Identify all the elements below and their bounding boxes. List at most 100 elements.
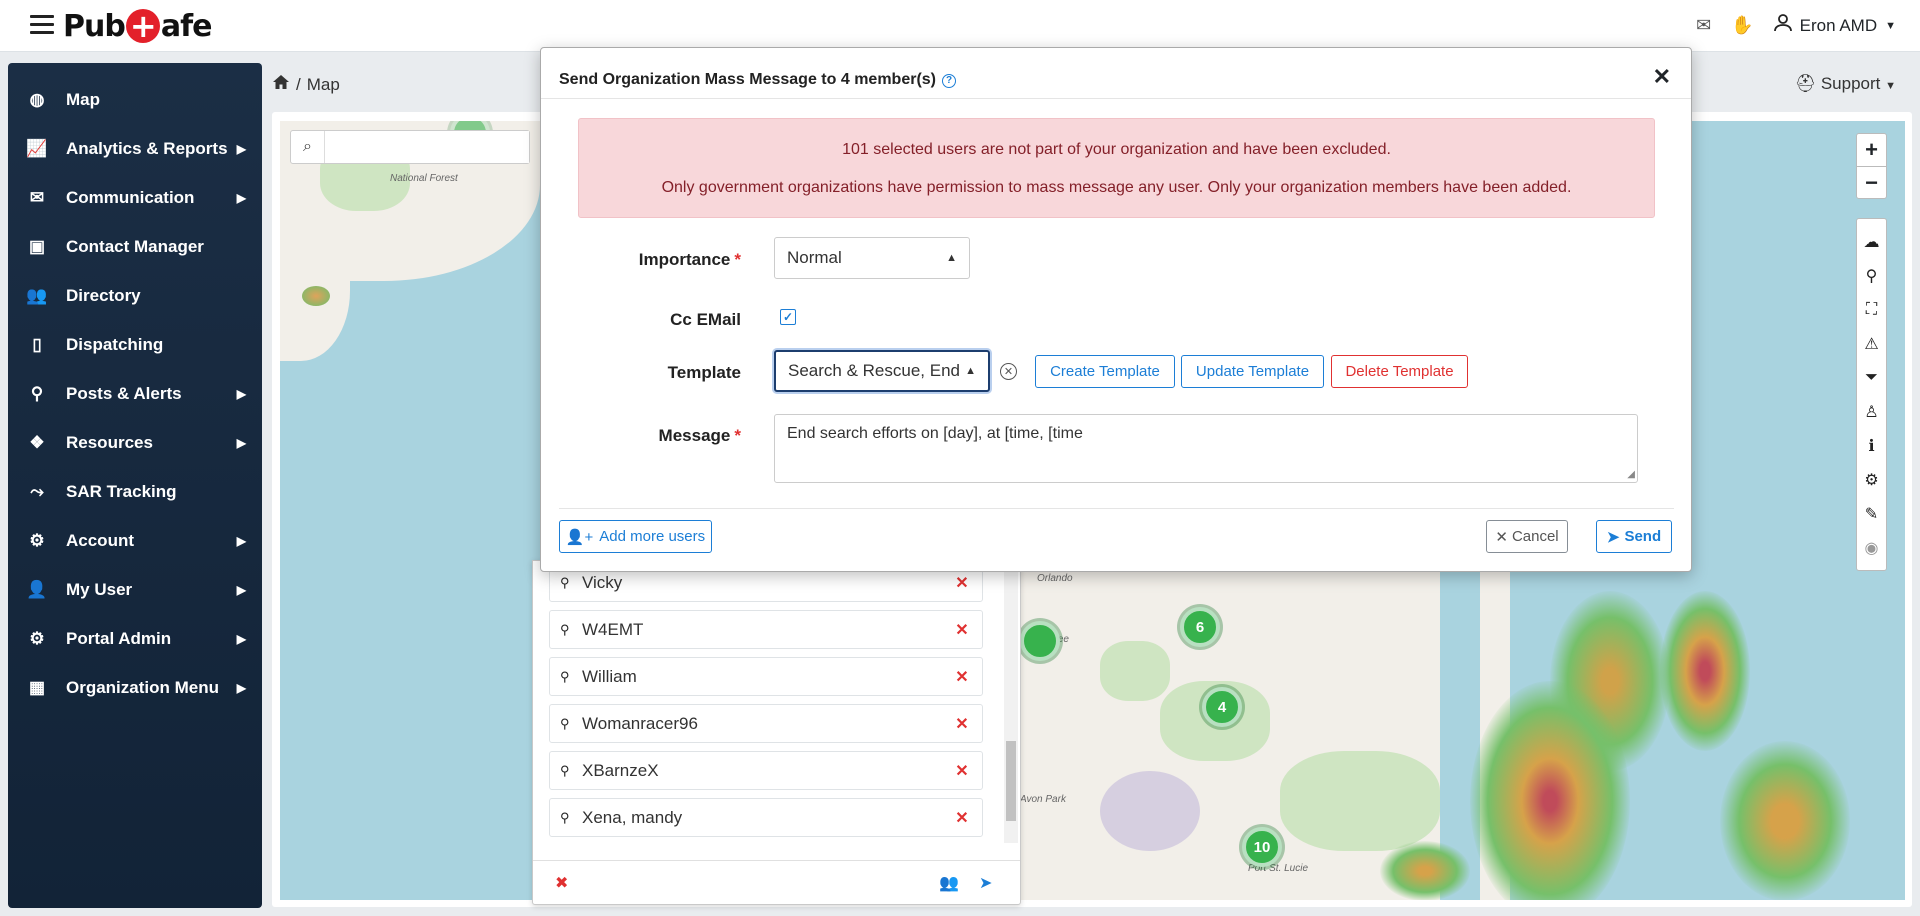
add-more-users-label: Add more users [599, 528, 706, 545]
info-icon[interactable]: ℹ [1857, 429, 1886, 463]
importance-select[interactable]: Normal ▲ [774, 237, 970, 279]
paper-plane-icon[interactable]: ➤ [979, 873, 992, 893]
remove-member-icon[interactable]: ✕ [942, 714, 982, 734]
add-more-users-button[interactable]: 👤+ Add more users [559, 520, 712, 553]
alert-line-1: 101 selected users are not part of your … [842, 141, 1391, 158]
user-menu[interactable]: Eron AMD ▼ [1773, 14, 1896, 37]
caret-up-icon: ▲ [965, 365, 976, 377]
sidebar-item-resources[interactable]: ❖ Resources ▶ [8, 418, 262, 467]
resize-handle-icon[interactable]: ◢ [1627, 469, 1635, 480]
city-label-orlando: Orlando [1037, 573, 1073, 584]
phone-icon: ▯ [32, 334, 42, 354]
caret-right-icon: ▶ [236, 435, 246, 450]
globe-icon: ◍ [29, 89, 45, 109]
map-toolbar: ☁ ⚲ ⛶ ⚠ ⏷ ♙ ℹ ⚙ ✎ ◉ [1856, 218, 1887, 571]
close-icon[interactable]: ✕ [1653, 64, 1671, 90]
sidebar-item-posts-alerts[interactable]: ⚲ Posts & Alerts ▶ [8, 369, 262, 418]
sidebar: ◍ Map 📈 Analytics & Reports ▶ ✉ Communication ▶… [8, 63, 262, 908]
template-select[interactable]: Search & Rescue, End ▲ [774, 350, 990, 392]
create-template-button[interactable]: Create Template [1035, 355, 1175, 388]
message-textarea[interactable]: End search efforts on [day], at [time, [… [774, 414, 1638, 483]
forest-label: National Forest [390, 173, 458, 184]
caret-down-icon: ▼ [1885, 80, 1896, 92]
hamburger-menu-icon[interactable] [30, 15, 54, 35]
sidebar-item-directory[interactable]: 👥 Directory [8, 271, 262, 320]
cancel-label: Cancel [1511, 528, 1559, 545]
mass-message-modal: Send Organization Mass Message to 4 memb… [540, 47, 1692, 572]
sidebar-item-account[interactable]: ⚙ Account ▶ [8, 516, 262, 565]
breadcrumb: / Map [272, 74, 340, 95]
sidebar-item-label: Dispatching [66, 334, 164, 354]
map-marked-icon[interactable]: ⚲ [1857, 259, 1886, 293]
radar-cell [1380, 841, 1470, 900]
sidebar-item-my-user[interactable]: 👤 My User ▶ [8, 565, 262, 614]
sidebar-item-map[interactable]: ◍ Map [8, 75, 262, 124]
logo-text-right: afe [160, 8, 213, 44]
help-icon[interactable]: ? [942, 73, 956, 88]
draw-polygon-icon[interactable]: ⛶ [1857, 293, 1886, 327]
sidebar-item-label: Portal Admin [66, 628, 172, 648]
scrollbar-thumb[interactable] [1006, 741, 1016, 821]
filter-icon[interactable]: ⏷ [1857, 361, 1886, 395]
exclusion-alert: 101 selected users are not part of your … [578, 118, 1655, 218]
person-pin-icon[interactable]: ♙ [1857, 395, 1886, 429]
delete-template-button[interactable]: Delete Template [1331, 355, 1468, 388]
support-menu[interactable]: ⛑ Support ▼ [1795, 74, 1897, 94]
importance-label-text: Importance [638, 250, 731, 269]
search-icon[interactable]: ⌕ [291, 131, 325, 163]
caret-right-icon: ▶ [236, 386, 246, 401]
cloud-icon[interactable]: ☁ [1857, 225, 1886, 259]
remove-member-icon[interactable]: ✕ [942, 761, 982, 781]
breadcrumb-separator: / [296, 74, 301, 94]
medkit-icon: ⛑ [1794, 74, 1817, 93]
remove-member-icon[interactable]: ✕ [942, 667, 982, 687]
remove-users-icon[interactable]: ✖ [555, 873, 568, 893]
user-plus-icon: 👤+ [565, 528, 594, 546]
logo-text-left: Pub [63, 8, 126, 44]
sidebar-item-sar-tracking[interactable]: ⤳ SAR Tracking [8, 467, 262, 516]
camera-icon[interactable]: ◉ [1857, 531, 1886, 565]
required-marker: * [734, 250, 741, 269]
update-template-button[interactable]: Update Template [1181, 355, 1324, 388]
sidebar-item-contact-manager[interactable]: ▣ Contact Manager [8, 222, 262, 271]
send-button[interactable]: ➤ Send [1596, 520, 1672, 553]
home-icon[interactable] [272, 74, 290, 95]
broom-icon[interactable]: ✎ [1857, 497, 1886, 531]
zoom-out-button[interactable]: − [1857, 166, 1886, 198]
sidebar-item-organization-menu[interactable]: ▦ Organization Menu ▶ [8, 663, 262, 712]
sidebar-item-label: Account [66, 530, 134, 550]
sidebar-item-portal-admin[interactable]: ⚙ Portal Admin ▶ [8, 614, 262, 663]
member-list-scrollbar[interactable] [1004, 561, 1018, 843]
map-cluster[interactable] [1020, 621, 1060, 661]
sidebar-item-analytics-reports[interactable]: 📈 Analytics & Reports ▶ [8, 124, 262, 173]
times-icon: ✕ [1495, 528, 1508, 546]
remove-member-icon[interactable]: ✕ [942, 573, 982, 593]
envelope-icon[interactable]: ✉ [1696, 15, 1711, 36]
warning-icon[interactable]: ⚠ [1857, 327, 1886, 361]
member-row: ⚲ William ✕ [549, 657, 983, 696]
zoom-in-button[interactable]: + [1857, 134, 1886, 166]
gear-icon[interactable]: ⚙ [1857, 463, 1886, 497]
sidebar-item-communication[interactable]: ✉ Communication ▶ [8, 173, 262, 222]
member-name: William [582, 666, 637, 686]
alert-line-2: Only government organizations have permi… [661, 179, 1572, 196]
template-label: Template [667, 363, 741, 382]
sidebar-item-dispatching[interactable]: ▯ Dispatching [8, 320, 262, 369]
remove-member-icon[interactable]: ✕ [942, 620, 982, 640]
group-icon[interactable]: 👥 [939, 873, 959, 893]
cc-email-checkbox[interactable]: ✓ [780, 309, 796, 325]
logo[interactable]: Pub + afe [63, 6, 213, 46]
member-row: ⚲ XBarnzeX ✕ [549, 751, 983, 790]
cancel-button[interactable]: ✕ Cancel [1486, 520, 1568, 553]
clear-template-icon[interactable]: ✕ [1000, 363, 1017, 380]
caret-right-icon: ▶ [236, 631, 246, 646]
hand-icon[interactable]: ✋ [1731, 15, 1753, 36]
member-panel: ⚲ Vicky ✕ ⚲ W4EMT ✕ ⚲ William ✕ ⚲ Womanracer96 ✕ ⚲ XB… [532, 560, 1021, 905]
map-cluster[interactable]: 6 [1180, 607, 1220, 647]
radar-cell [1720, 741, 1850, 900]
remove-member-icon[interactable]: ✕ [942, 808, 982, 828]
map-search-input[interactable] [325, 131, 529, 163]
modal-header: Send Organization Mass Message to 4 memb… [541, 48, 1691, 99]
map-cluster[interactable]: 10 [1242, 827, 1282, 867]
map-cluster[interactable]: 4 [1202, 687, 1242, 727]
